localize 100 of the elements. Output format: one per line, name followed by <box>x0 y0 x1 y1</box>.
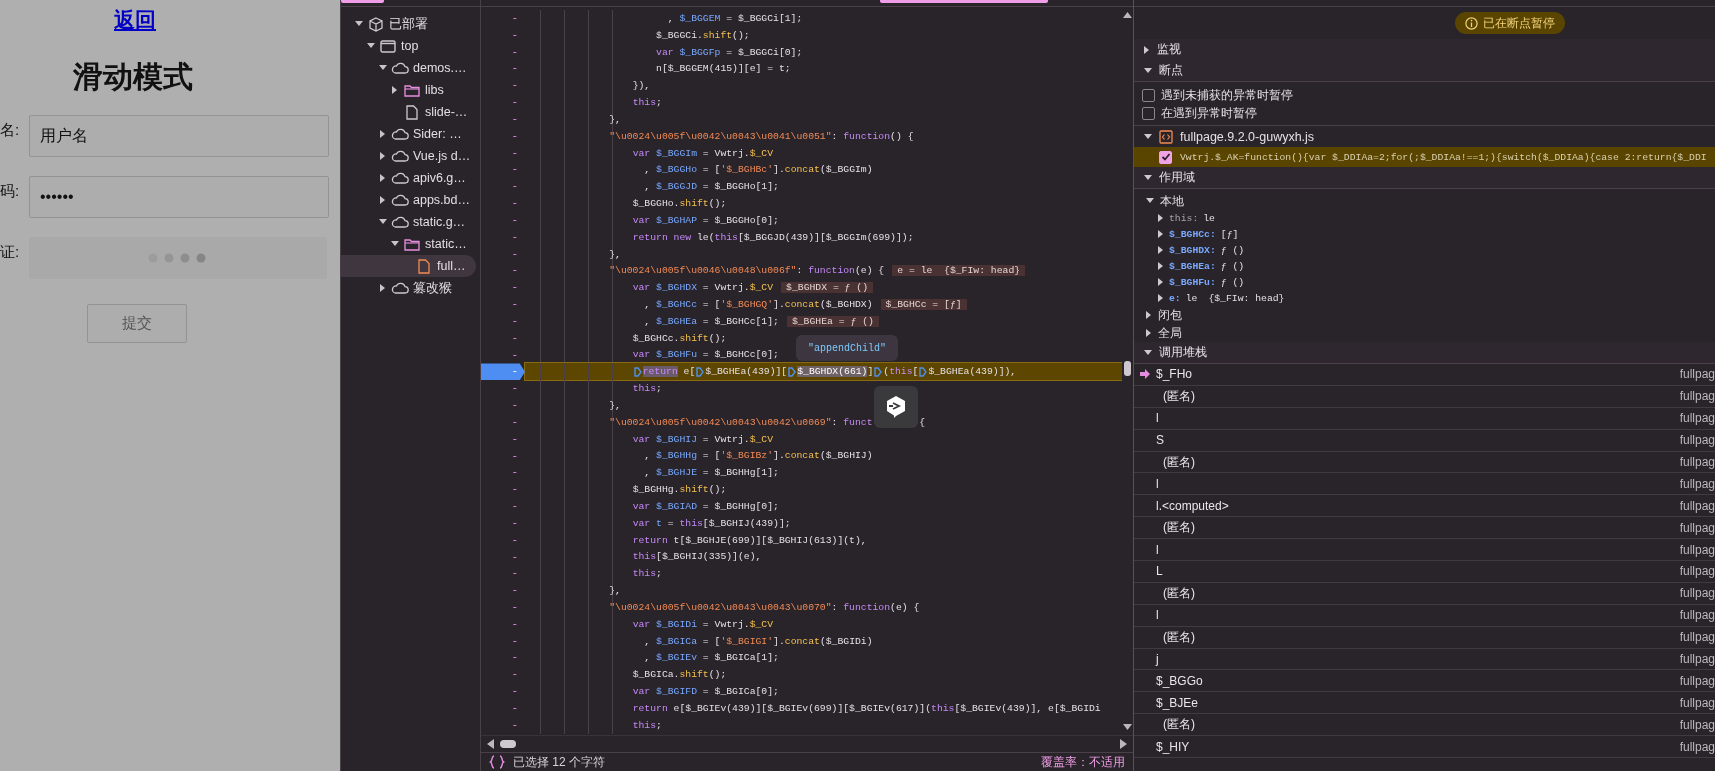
scroll-up-arrow-icon[interactable] <box>1123 12 1132 18</box>
line-gutter-mark: - <box>510 549 519 565</box>
call-stack-frame[interactable]: $_BGGo fullpag <box>1134 670 1715 693</box>
tree-item[interactable]: Vue.js d… <box>341 145 476 167</box>
braces-icon[interactable] <box>489 755 505 769</box>
line-gutter-mark: - <box>510 212 519 228</box>
tree-item[interactable]: Sider: … <box>341 123 476 145</box>
tree-item[interactable]: 篡改猴 <box>341 277 476 299</box>
call-stack-frame[interactable]: (匿名) fullpag <box>1134 517 1715 540</box>
tree-item[interactable]: libs <box>341 79 476 101</box>
loading-dots-icon <box>148 253 208 263</box>
frame-location[interactable]: fullpag <box>1679 586 1715 601</box>
checkbox[interactable] <box>1142 106 1155 120</box>
call-stack-frame[interactable]: $_BJEe fullpag <box>1134 692 1715 715</box>
frame-location[interactable]: fullpag <box>1679 367 1715 382</box>
text-field[interactable]: •••••• <box>29 176 329 218</box>
section-header[interactable]: 调用堆栈 <box>1134 342 1715 364</box>
scope-variable[interactable]: $_BGHFu: ƒ () <box>1134 274 1715 290</box>
breakpoint-file-row[interactable]: fullpage.9.2.0-guwyxh.js <box>1134 126 1715 147</box>
call-stack-frame[interactable]: (匿名) fullpag <box>1134 582 1715 605</box>
scope-variable[interactable]: $_BGHDX: ƒ () <box>1134 242 1715 258</box>
tree-item[interactable]: 已部署 <box>341 13 476 35</box>
scope-group[interactable]: 闭包 <box>1134 306 1715 324</box>
line-gutter-mark: - <box>510 684 519 700</box>
expanded-arrow-icon <box>379 65 387 71</box>
back-link[interactable]: 返回 <box>114 5 156 35</box>
frame-location[interactable]: fullpag <box>1679 520 1715 535</box>
frame-location[interactable]: fullpag <box>1679 652 1715 666</box>
floating-tool-button[interactable] <box>874 386 918 428</box>
frame-location[interactable]: fullpag <box>1679 389 1715 404</box>
line-gutter-mark: - <box>510 196 519 212</box>
breakpoint-marker-icon[interactable] <box>696 366 705 377</box>
call-stack-frame[interactable]: (匿名) fullpag <box>1134 626 1715 649</box>
tree-item[interactable]: static… <box>341 233 476 255</box>
call-stack-frame[interactable]: l fullpag <box>1134 473 1715 496</box>
frame-location[interactable]: fullpag <box>1679 433 1715 448</box>
call-stack-frame[interactable]: (匿名) fullpag <box>1134 714 1715 737</box>
section-header[interactable]: 断点 <box>1134 60 1715 82</box>
frame-location[interactable]: fullpag <box>1679 717 1715 732</box>
code-line: "\u0024\u005f\u0042\u0043\u0042\u0069": funct { <box>609 416 926 428</box>
scope-variable[interactable]: $_BGHEa: ƒ () <box>1134 258 1715 274</box>
frame-location[interactable]: fullpag <box>1679 673 1715 688</box>
frame-location[interactable]: fullpag <box>1679 498 1715 513</box>
scope-group[interactable]: 全局 <box>1134 324 1715 342</box>
tree-item[interactable]: static.g… <box>341 211 476 233</box>
section-header[interactable]: 监视 <box>1134 39 1715 60</box>
tree-item[interactable]: apiv6.g… <box>341 167 476 189</box>
call-stack-frame[interactable]: $_FHo fullpag <box>1134 364 1715 386</box>
frame-location[interactable]: fullpag <box>1679 455 1715 469</box>
checkbox[interactable] <box>1159 150 1172 164</box>
collapsed-arrow-icon <box>1146 311 1152 319</box>
call-stack-frame[interactable]: l.<computed> fullpag <box>1134 495 1715 518</box>
scroll-left-arrow-icon[interactable] <box>487 739 494 749</box>
call-stack-frame[interactable]: l fullpag <box>1134 539 1715 561</box>
call-stack-frame[interactable]: j fullpag <box>1134 648 1715 671</box>
scope-variable[interactable]: $_BGHCc: [ƒ] <box>1134 226 1715 242</box>
tree-item[interactable]: demos.… <box>341 57 476 79</box>
frame-location[interactable]: fullpag <box>1679 739 1715 754</box>
line-gutter-mark: - <box>510 398 519 414</box>
breakpoint-marker-icon[interactable] <box>788 366 797 377</box>
frame-location[interactable]: fullpag <box>1679 608 1715 623</box>
call-stack-frame[interactable]: (匿名) fullpag <box>1134 451 1715 474</box>
section-header[interactable]: 作用域 <box>1134 167 1715 189</box>
scroll-right-arrow-icon[interactable] <box>1120 739 1127 749</box>
frame-location[interactable]: fullpag <box>1679 476 1715 491</box>
breakpoint-marker-icon[interactable] <box>874 366 883 377</box>
frame-name: (匿名) <box>1163 453 1195 471</box>
call-stack-frame[interactable]: l fullpag <box>1134 604 1715 627</box>
breakpoint-marker-icon[interactable] <box>919 366 928 377</box>
frame-location[interactable]: fullpag <box>1679 411 1715 426</box>
scroll-down-arrow-icon[interactable] <box>1123 724 1132 730</box>
breakpoint-marker-icon[interactable] <box>633 366 642 377</box>
code-line: var $_BGHIJ = Vwtrj.$_CV <box>632 433 774 445</box>
tree-item[interactable]: top <box>341 35 476 57</box>
tree-item[interactable]: apps.bd… <box>341 189 476 211</box>
code-file-icon <box>1159 129 1173 144</box>
coverage-status[interactable]: 覆盖率：不适用 <box>1041 753 1125 771</box>
paused-text: 已在断点暂停 <box>1482 14 1555 32</box>
scope-variable[interactable]: this: le <box>1134 210 1715 226</box>
frame-location[interactable]: fullpag <box>1679 630 1715 645</box>
scope-variable[interactable]: e: le {$_FIw: head} <box>1134 290 1715 306</box>
frame-location[interactable]: fullpag <box>1679 564 1715 579</box>
scope-group[interactable]: 本地 <box>1134 192 1715 210</box>
tree-item[interactable]: full… <box>341 255 476 277</box>
call-stack-frame[interactable]: S fullpag <box>1134 429 1715 452</box>
call-stack-frame[interactable]: $_HIY fullpag <box>1134 736 1715 759</box>
tree-item[interactable]: slide-… <box>341 101 476 123</box>
text-field[interactable]: 用户名 <box>29 115 329 157</box>
scrollbar-thumb[interactable] <box>1124 361 1131 376</box>
code-text: $_BGHDX(661)] <box>797 366 874 378</box>
checkbox[interactable] <box>1142 88 1155 102</box>
call-stack-frame[interactable]: L fullpag <box>1134 561 1715 583</box>
frame-location[interactable]: fullpag <box>1679 542 1715 557</box>
frame-name: l <box>1156 542 1159 557</box>
call-stack-frame[interactable]: (匿名) fullpag <box>1134 385 1715 408</box>
frame-location[interactable]: fullpag <box>1679 695 1715 710</box>
frame-name: $_HIY <box>1156 739 1190 754</box>
code-line: }, <box>609 113 621 125</box>
call-stack-frame[interactable]: l fullpag <box>1134 407 1715 430</box>
scrollbar-thumb[interactable] <box>500 740 516 748</box>
